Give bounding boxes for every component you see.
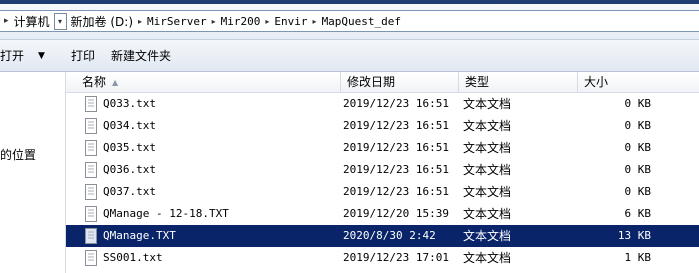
- file-date: 2019/12/23 16:51: [343, 119, 449, 132]
- file-type: 文本文档: [463, 163, 512, 177]
- file-date: 2019/12/20 15:39: [343, 207, 449, 220]
- file-row[interactable]: Q037.txt 2019/12/23 16:51 文本文档 0 KB: [66, 181, 699, 203]
- separator-arrow-icon[interactable]: ▸: [261, 17, 273, 26]
- file-list: Q033.txt 2019/12/23 16:51 文本文档 0 KB Q034.txt…: [66, 93, 699, 273]
- file-row[interactable]: Q036.txt 2019/12/23 16:51 文本文档 0 KB: [66, 159, 699, 181]
- file-row[interactable]: Q035.txt 2019/12/23 16:51 文本文档 0 KB: [66, 137, 699, 159]
- file-date: 2019/12/23 17:01: [343, 251, 449, 264]
- file-name: Q037.txt: [103, 185, 156, 198]
- sort-ascending-icon: ▲: [112, 77, 119, 87]
- print-button[interactable]: 打印: [63, 47, 103, 64]
- file-name: QManage.TXT: [103, 229, 176, 242]
- column-type-label: 类型: [465, 75, 490, 89]
- file-row[interactable]: SS001.txt 2019/12/23 17:01 文本文档 1 KB: [66, 247, 699, 269]
- file-type: 文本文档: [463, 97, 512, 111]
- column-name-header[interactable]: 名称 ▲: [66, 72, 341, 92]
- file-date: 2019/12/23 16:51: [343, 163, 449, 176]
- file-size: 0 KB: [624, 97, 652, 110]
- command-toolbar: 打开 ▼ 打印 新建文件夹: [0, 40, 699, 72]
- file-name: Q035.txt: [103, 141, 156, 154]
- address-bar: ▸ 计算机 ▾ 新加卷 (D:) ▸ MirServer ▸ Mir200 ▸ …: [0, 4, 699, 40]
- file-size: 13 KB: [617, 229, 651, 242]
- file-size: 0 KB: [624, 185, 652, 198]
- file-name: Q036.txt: [103, 163, 156, 176]
- file-row[interactable]: Q034.txt 2019/12/23 16:51 文本文档 0 KB: [66, 115, 699, 137]
- file-type: 文本文档: [463, 119, 512, 133]
- separator-arrow-icon[interactable]: ▸: [208, 17, 220, 26]
- file-size: 0 KB: [624, 163, 652, 176]
- file-size: 0 KB: [624, 119, 652, 132]
- navigation-pane: 的位置: [0, 72, 66, 273]
- file-row[interactable]: Q033.txt 2019/12/23 16:51 文本文档 0 KB: [66, 93, 699, 115]
- file-date: 2019/12/23 16:51: [343, 141, 449, 154]
- file-row[interactable]: QManage.TXT 2020/8/30 2:42 文本文档 13 KB: [66, 225, 699, 247]
- back-history-arrow-icon[interactable]: ▸: [0, 16, 13, 26]
- file-size: 1 KB: [624, 251, 652, 264]
- file-type: 文本文档: [463, 251, 512, 265]
- column-type-header[interactable]: 类型: [459, 72, 578, 92]
- crumb-mirserver[interactable]: MirServer: [146, 15, 208, 28]
- column-name-label: 名称: [82, 75, 107, 89]
- text-file-icon: [84, 250, 100, 272]
- file-type: 文本文档: [463, 185, 512, 199]
- crumb-envir[interactable]: Envir: [273, 15, 308, 28]
- crumb-computer[interactable]: 计算机: [13, 13, 51, 30]
- file-size: 0 KB: [624, 141, 652, 154]
- file-name: Q034.txt: [103, 119, 156, 132]
- nav-item-recent-places[interactable]: 的位置: [0, 146, 36, 163]
- column-size-header[interactable]: 大小: [578, 72, 699, 92]
- separator-arrow-icon[interactable]: ▸: [309, 17, 321, 26]
- column-header: 名称 ▲ 修改日期 类型 大小: [66, 72, 699, 93]
- separator-arrow-icon[interactable]: ▸: [134, 17, 146, 26]
- file-name: QManage - 12-18.TXT: [103, 207, 229, 220]
- file-date: 2019/12/23 16:51: [343, 185, 449, 198]
- file-type: 文本文档: [463, 141, 512, 155]
- open-dropdown-icon[interactable]: ▼: [32, 51, 63, 61]
- file-date: 2019/12/23 16:51: [343, 97, 449, 110]
- file-row[interactable]: QManage - 12-18.TXT 2019/12/20 15:39 文本文档 6…: [66, 203, 699, 225]
- new-folder-button[interactable]: 新建文件夹: [103, 47, 179, 64]
- crumb-dropdown-icon[interactable]: ▾: [53, 12, 67, 30]
- column-date-header[interactable]: 修改日期: [341, 72, 459, 92]
- crumb-drive[interactable]: 新加卷 (D:): [70, 13, 134, 30]
- file-size: 6 KB: [624, 207, 652, 220]
- file-type: 文本文档: [463, 229, 512, 243]
- column-date-label: 修改日期: [347, 75, 396, 89]
- file-type: 文本文档: [463, 207, 512, 221]
- address-box[interactable]: ▸ 计算机 ▾ 新加卷 (D:) ▸ MirServer ▸ Mir200 ▸ …: [0, 10, 699, 32]
- file-date: 2020/8/30 2:42: [343, 229, 436, 242]
- open-button[interactable]: 打开: [0, 47, 32, 64]
- crumb-mapquest-def[interactable]: MapQuest_def: [321, 15, 402, 28]
- file-name: Q033.txt: [103, 97, 156, 110]
- file-name: SS001.txt: [103, 251, 163, 264]
- crumb-mir200[interactable]: Mir200: [220, 15, 262, 28]
- column-size-label: 大小: [584, 75, 609, 89]
